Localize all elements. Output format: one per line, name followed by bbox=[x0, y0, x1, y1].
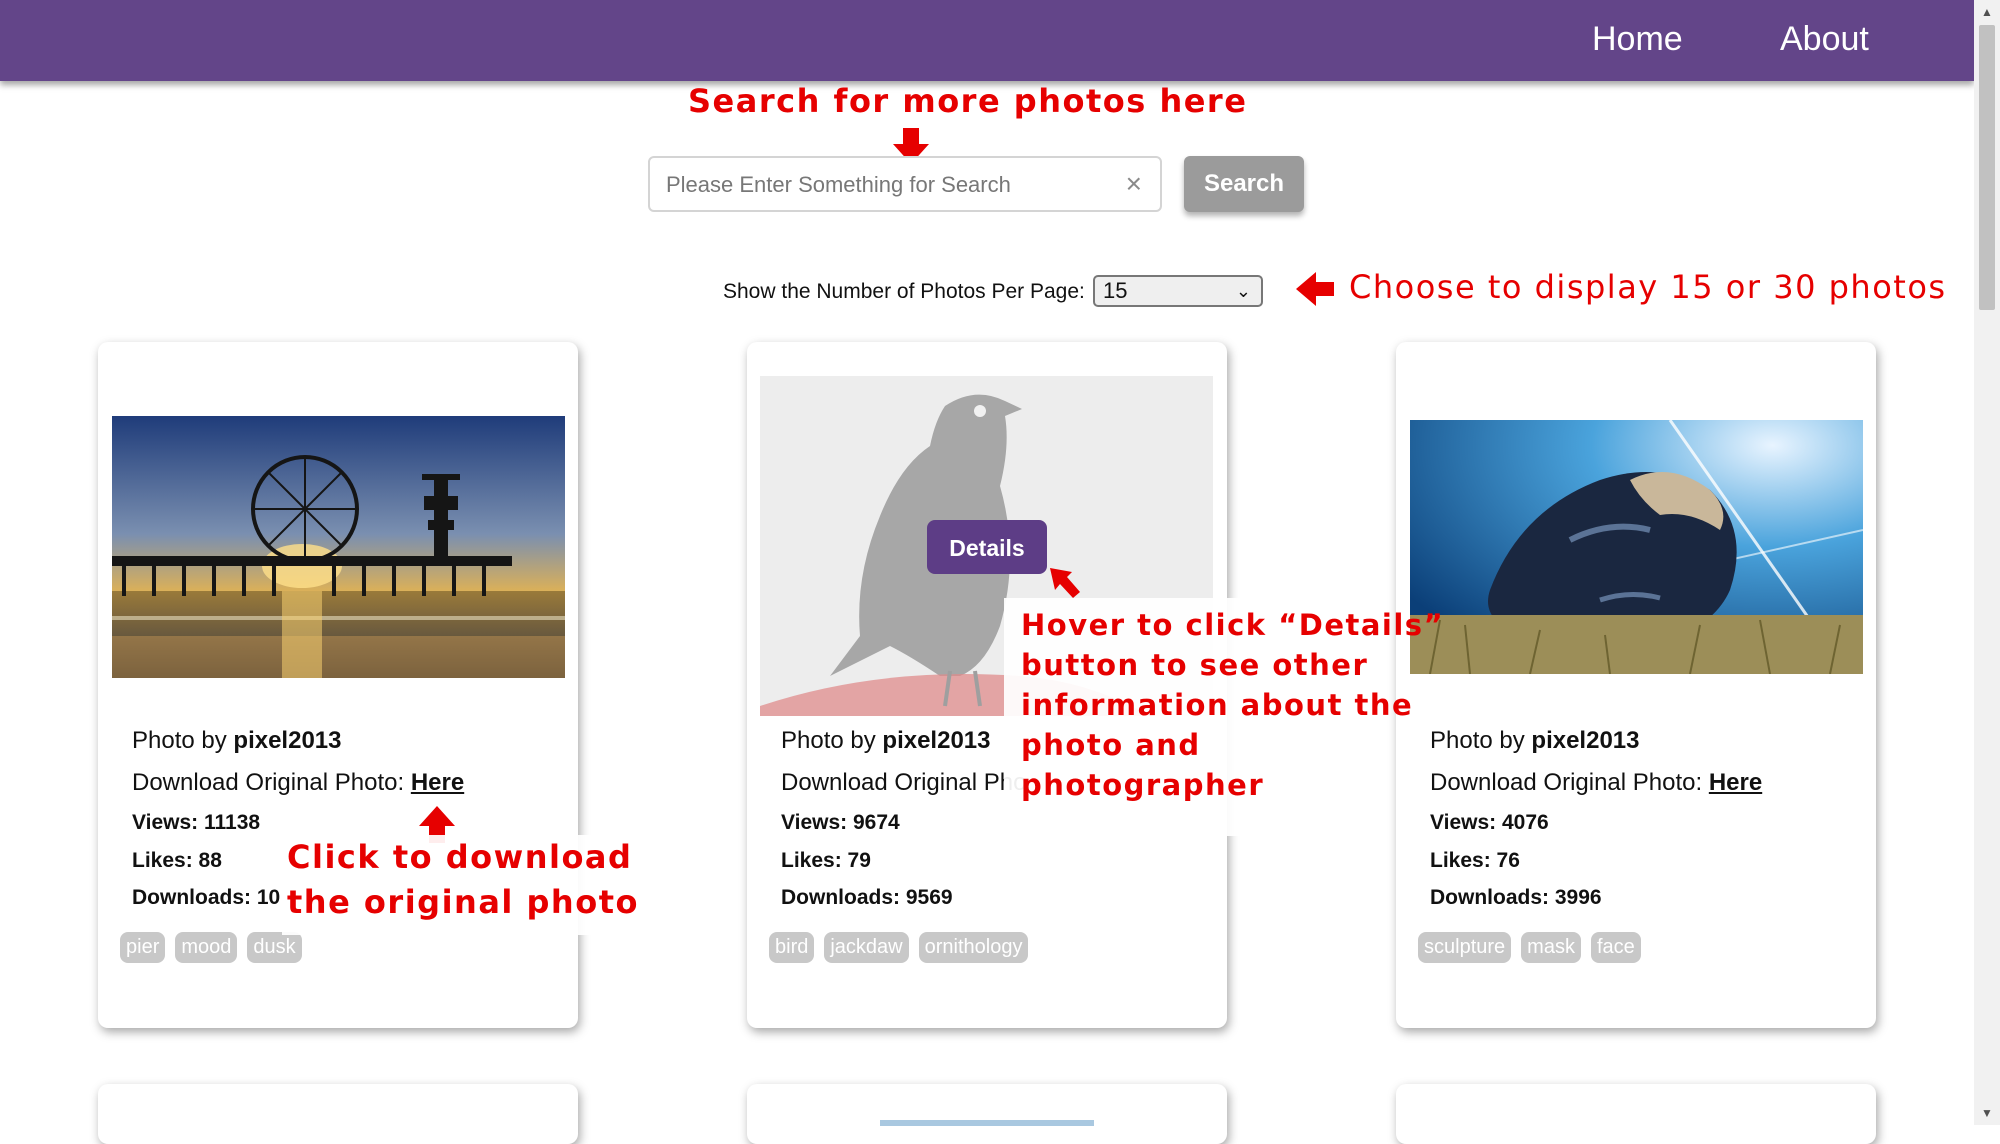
annotation-diagonal-arrow-icon bbox=[1050, 568, 1080, 598]
scroll-up-arrow-icon[interactable]: ▲ bbox=[1974, 2, 2000, 22]
tag[interactable]: pier bbox=[120, 932, 166, 963]
per-page-label: Show the Number of Photos Per Page: bbox=[723, 280, 1085, 303]
search-input[interactable] bbox=[664, 168, 1108, 202]
tag[interactable]: sculpture bbox=[1418, 932, 1512, 963]
likes-count: Likes: 88 bbox=[132, 849, 222, 872]
details-annotation-line: Hover to click “Details” bbox=[1021, 608, 1445, 642]
download-line: Download Original Pho bbox=[781, 769, 1026, 797]
photo-card bbox=[747, 1084, 1227, 1144]
downloads-count: Downloads: 10 bbox=[132, 886, 281, 909]
photo-card: Photo by pixel2013 Download Original Pho… bbox=[1396, 342, 1876, 1028]
per-page-select[interactable]: 15 ⌄ bbox=[1093, 275, 1263, 307]
sculpture-photo[interactable] bbox=[1410, 420, 1863, 674]
download-label: Download Original Photo: bbox=[132, 769, 411, 796]
tag[interactable]: ornithology bbox=[918, 932, 1029, 963]
search-box: × bbox=[648, 156, 1162, 212]
search-annotation: Search for more photos here bbox=[688, 82, 1248, 120]
tag[interactable]: dusk bbox=[247, 932, 302, 963]
download-link[interactable]: Here bbox=[1709, 769, 1762, 796]
details-annotation-line: photographer bbox=[1021, 768, 1265, 802]
photographer-name: pixel2013 bbox=[233, 727, 342, 754]
scroll-down-arrow-icon[interactable]: ▼ bbox=[1974, 1103, 2000, 1123]
photo-preview bbox=[880, 1120, 1094, 1126]
pier-photo[interactable] bbox=[112, 416, 565, 678]
views-count: Views: 11138 bbox=[132, 811, 261, 834]
photographer-line: Photo by pixel2013 bbox=[1430, 727, 1640, 755]
download-line: Download Original Photo: Here bbox=[1430, 769, 1762, 797]
photographer-name: pixel2013 bbox=[1531, 727, 1640, 754]
per-page-annotation: Choose to display 15 or 30 photos bbox=[1349, 268, 1947, 306]
downloads-count: Downloads: 3996 bbox=[1430, 886, 1602, 909]
photographer-line: Photo by pixel2013 bbox=[132, 727, 342, 755]
download-link[interactable]: Here bbox=[411, 769, 464, 796]
photographer-prefix: Photo by bbox=[781, 727, 883, 754]
download-annotation-line2: the original photo bbox=[287, 883, 639, 921]
photographer-line: Photo by pixel2013 bbox=[781, 727, 991, 755]
details-annotation-line: photo and bbox=[1021, 728, 1201, 762]
download-label: Download Original Photo: bbox=[1430, 769, 1709, 796]
nav-about-link[interactable]: About bbox=[1780, 20, 1869, 59]
photographer-prefix: Photo by bbox=[1430, 727, 1532, 754]
tag-list: bird jackdaw ornithology bbox=[769, 932, 1029, 963]
details-annotation-line: button to see other bbox=[1021, 648, 1369, 682]
tag[interactable]: face bbox=[1590, 932, 1641, 963]
search-button[interactable]: Search bbox=[1184, 156, 1304, 212]
tag-list: sculpture mask face bbox=[1418, 932, 1641, 963]
nav-home-link[interactable]: Home bbox=[1592, 20, 1683, 59]
tag[interactable]: mood bbox=[175, 932, 238, 963]
photo-card bbox=[98, 1084, 578, 1144]
download-line: Download Original Photo: Here bbox=[132, 769, 464, 797]
chevron-down-icon: ⌄ bbox=[1235, 281, 1251, 301]
download-label: Download Original Pho bbox=[781, 769, 1027, 796]
download-annotation-line1: Click to download bbox=[287, 838, 633, 876]
downloads-count: Downloads: 9569 bbox=[781, 886, 953, 909]
likes-count: Likes: 76 bbox=[1430, 849, 1520, 872]
tag[interactable]: bird bbox=[769, 932, 815, 963]
page-scrollbar[interactable]: ▲ ▼ bbox=[1974, 0, 2000, 1125]
per-page-value: 15 bbox=[1103, 278, 1128, 303]
likes-count: Likes: 79 bbox=[781, 849, 871, 872]
photographer-name: pixel2013 bbox=[882, 727, 991, 754]
details-button[interactable]: Details bbox=[927, 520, 1047, 574]
tag-list: pier mood dusk bbox=[120, 932, 302, 963]
views-count: Views: 4076 bbox=[1430, 811, 1549, 834]
photographer-prefix: Photo by bbox=[132, 727, 234, 754]
photo-card bbox=[1396, 1084, 1876, 1144]
clear-icon[interactable]: × bbox=[1126, 168, 1142, 200]
annotation-left-arrow-icon bbox=[1296, 272, 1334, 306]
tag[interactable]: jackdaw bbox=[824, 932, 909, 963]
tag[interactable]: mask bbox=[1521, 932, 1581, 963]
top-navbar: Home About bbox=[0, 0, 1974, 81]
details-annotation-line: information about the bbox=[1021, 688, 1414, 722]
views-count: Views: 9674 bbox=[781, 811, 900, 834]
scroll-thumb[interactable] bbox=[1979, 25, 1995, 310]
